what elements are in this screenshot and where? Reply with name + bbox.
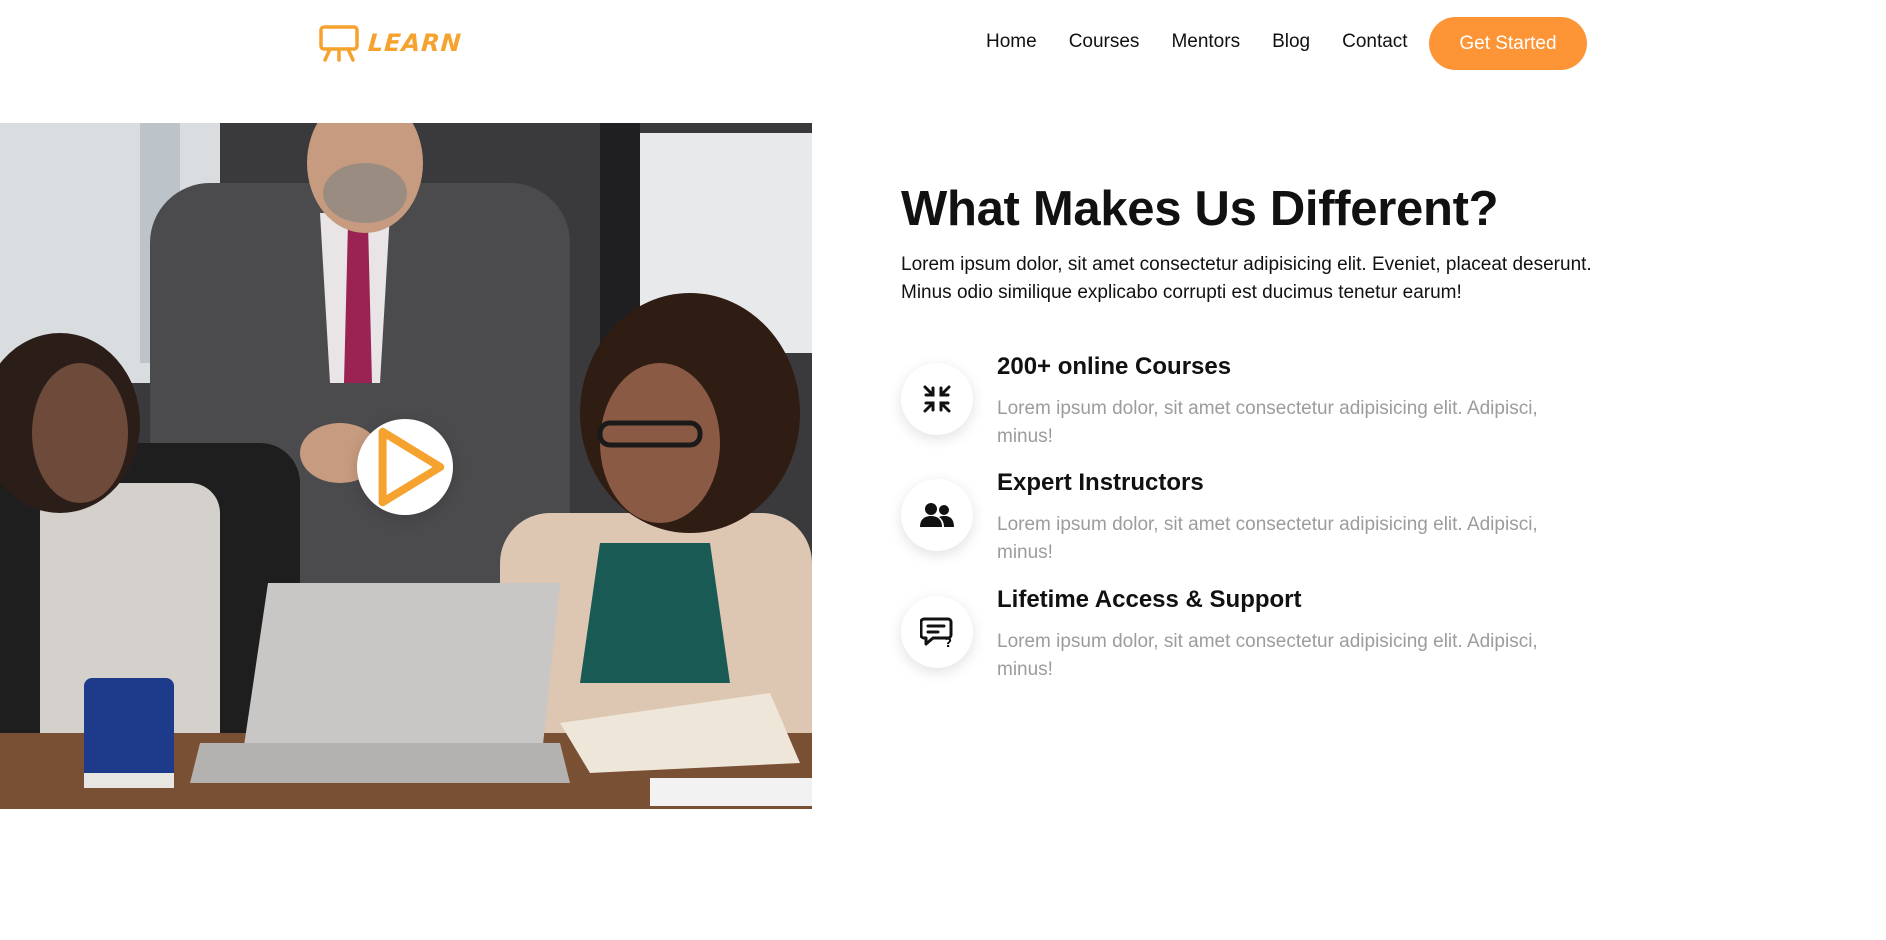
nav-link-blog[interactable]: Blog <box>1272 31 1310 53</box>
feature-title: Lifetime Access & Support <box>997 586 1302 613</box>
feature-icon-wrap <box>901 479 973 551</box>
feature-desc: Lorem ipsum dolor, sit amet consectetur … <box>997 631 1538 680</box>
play-video-button[interactable] <box>357 419 453 515</box>
brand-logo[interactable]: LEARN <box>318 24 463 62</box>
nav-link-mentors[interactable]: Mentors <box>1171 31 1240 53</box>
presentation-board-icon <box>319 25 359 62</box>
nav-link-contact[interactable]: Contact <box>1342 31 1407 53</box>
feature-item: ? Lifetime Access & Support Lorem ipsum … <box>901 586 1601 696</box>
feature-icon-wrap <box>901 363 973 435</box>
feature-title: 200+ online Courses <box>997 353 1232 380</box>
brand-name: LEARN <box>367 29 463 57</box>
nav-link-home[interactable]: Home <box>986 31 1037 53</box>
feature-item: Expert Instructors Lorem ipsum dolor, si… <box>901 469 1601 579</box>
hero-image <box>0 123 812 809</box>
feature-icon-wrap: ? <box>901 596 973 668</box>
compress-icon <box>923 385 951 413</box>
navbar: LEARN Home Courses Mentors Blog Contact … <box>0 0 1886 88</box>
feature-item: 200+ online Courses Lorem ipsum dolor, s… <box>901 353 1601 463</box>
chat-question-icon: ? <box>920 617 953 648</box>
play-icon <box>378 427 445 507</box>
users-icon <box>920 503 954 527</box>
feature-title: Expert Instructors <box>997 469 1204 496</box>
features-intro: What Makes Us Different? Lorem ipsum dol… <box>901 180 1601 307</box>
svg-text:?: ? <box>945 636 952 648</box>
feature-desc: Lorem ipsum dolor, sit amet consectetur … <box>997 514 1538 563</box>
feature-desc: Lorem ipsum dolor, sit amet consectetur … <box>997 398 1538 447</box>
nav-link-courses[interactable]: Courses <box>1069 31 1140 53</box>
section-heading: What Makes Us Different? <box>901 182 1499 236</box>
get-started-button[interactable]: Get Started <box>1429 17 1587 70</box>
section-lead: Lorem ipsum dolor, sit amet consectetur … <box>901 253 1592 303</box>
main-nav: Home Courses Mentors Blog Contact <box>986 31 1408 53</box>
